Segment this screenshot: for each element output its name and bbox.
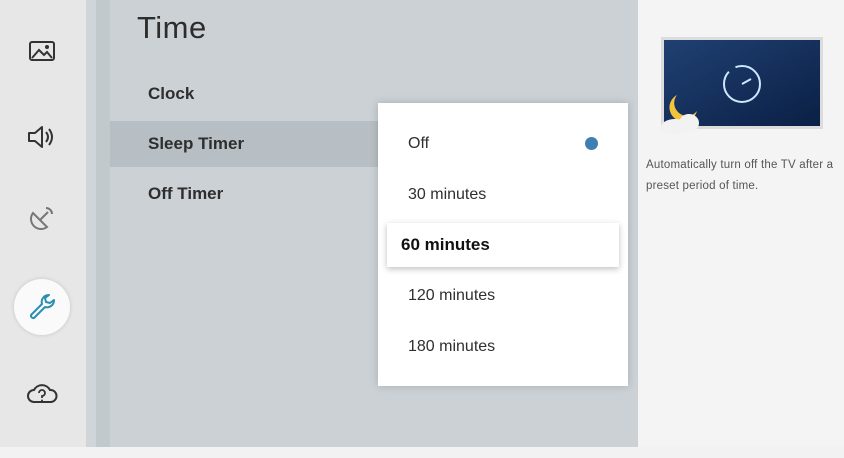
page-title: Time	[137, 10, 207, 45]
sound-icon[interactable]	[17, 112, 67, 162]
general-wrench-icon[interactable]	[14, 279, 70, 335]
sidebar-edge-shadow	[96, 0, 110, 447]
sleep-timer-dropdown: Off 30 minutes 60 minutes 120 minutes 18…	[378, 103, 628, 386]
menu-item-label: Off Timer	[148, 184, 224, 203]
sidebar-edge	[86, 0, 96, 447]
option-30-minutes[interactable]: 30 minutes	[378, 173, 628, 217]
option-120-minutes[interactable]: 120 minutes	[378, 274, 628, 318]
menu-item-off-timer[interactable]: Off Timer	[110, 171, 380, 217]
option-label: 60 minutes	[401, 235, 490, 254]
option-label: Off	[408, 135, 430, 152]
check-icon	[585, 137, 598, 150]
sleep-preview-image	[661, 37, 823, 135]
picture-icon[interactable]	[17, 26, 67, 76]
option-60-minutes[interactable]: 60 minutes	[387, 223, 619, 267]
help-description: Automatically turn off the TV after a pr…	[646, 159, 834, 192]
option-off[interactable]: Off	[378, 122, 628, 166]
broadcasting-icon[interactable]	[17, 193, 67, 243]
bottom-edge	[0, 447, 844, 458]
option-180-minutes[interactable]: 180 minutes	[378, 325, 628, 369]
menu-item-label: Clock	[148, 84, 195, 103]
option-label: 30 minutes	[408, 186, 487, 203]
option-label: 120 minutes	[408, 287, 496, 304]
option-label: 180 minutes	[408, 338, 496, 355]
support-cloud-icon[interactable]	[17, 368, 67, 418]
menu-item-label: Sleep Timer	[148, 134, 245, 153]
menu-item-clock[interactable]: Clock	[110, 71, 380, 117]
menu-item-sleep-timer[interactable]: Sleep Timer	[110, 121, 380, 167]
